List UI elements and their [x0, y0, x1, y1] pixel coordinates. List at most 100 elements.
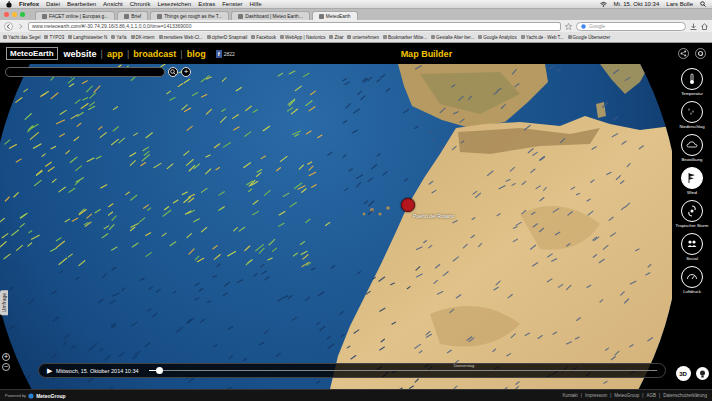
globe-map[interactable]: +Puerto del RosarioUmfrage+−▶Mittwoch, 1…	[0, 64, 672, 389]
bookmark[interactable]: Gestalte Alter ber...	[431, 35, 474, 40]
menu-item[interactable]: Fenster	[222, 1, 242, 7]
share-icon[interactable]	[678, 48, 689, 59]
layer-button[interactable]: Tropischer Sturm	[672, 200, 712, 233]
bookmark[interactable]: Bookmarker Mitte...	[383, 35, 427, 40]
browser-tab[interactable]: FACET online | Europas g...	[35, 11, 115, 20]
nav-link[interactable]: app	[107, 49, 123, 59]
search-field[interactable]	[576, 22, 686, 31]
play-button[interactable]: ▶	[47, 367, 52, 375]
lightbulb-icon[interactable]	[699, 370, 706, 378]
spotlight-icon[interactable]	[700, 1, 706, 7]
layer-circle[interactable]	[681, 200, 703, 222]
bookmark-label[interactable]: WebApp | Navionics	[285, 35, 325, 40]
footer-link[interactable]: Datenschutzerklärung	[663, 393, 707, 398]
bookmark[interactable]: cipherD Snapmail	[207, 35, 248, 40]
footer-link[interactable]: AGB	[647, 393, 657, 398]
browser-tab[interactable]: MeteoEarth	[312, 11, 358, 20]
back-icon[interactable]	[4, 22, 13, 31]
bookmark-label[interactable]: Yacht.de - Web T...	[526, 35, 564, 40]
footer-link[interactable]: Impressum	[585, 393, 607, 398]
window-button[interactable]	[20, 12, 25, 17]
tab-label[interactable]: Things get rough as the T...	[164, 14, 222, 19]
search-button[interactable]	[168, 67, 178, 77]
layer-button[interactable]: Social	[672, 233, 712, 266]
nav-link[interactable]: broadcast	[133, 49, 176, 59]
home-icon[interactable]	[701, 23, 708, 30]
apple-icon[interactable]	[6, 1, 12, 8]
browser-tab[interactable]: Dashboard | Meteo Earth...	[231, 11, 310, 20]
browser-tab[interactable]: Brief	[117, 11, 148, 20]
settings-icon[interactable]	[695, 48, 706, 59]
people-icon[interactable]	[686, 238, 698, 250]
zoom-out-button[interactable]: −	[2, 363, 10, 371]
footer-link[interactable]: MeteoGroup	[614, 393, 639, 398]
storm-icon[interactable]	[686, 205, 698, 217]
bookmark[interactable]: Langfristwetter N	[68, 35, 107, 40]
tab-label[interactable]: Dashboard | Meteo Earth...	[245, 14, 303, 19]
user-name[interactable]: Lars Bolle	[666, 1, 693, 7]
layer-button[interactable]: Bewölkung	[672, 134, 712, 167]
globe-map[interactable]	[0, 64, 672, 389]
layer-button[interactable]: Temperatur	[672, 68, 712, 101]
bookmark[interactable]: Zitar	[329, 35, 343, 40]
wind-flag-icon[interactable]	[686, 172, 698, 184]
bookmark[interactable]: Yacht das Segel	[3, 35, 40, 40]
bookmark-label[interactable]: cipherD Snapmail	[212, 35, 248, 40]
tab-label[interactable]: FACET online | Europas g...	[49, 14, 108, 19]
bookmark-label[interactable]: Google Analytics	[483, 35, 517, 40]
facebook-button[interactable]: f	[216, 50, 222, 58]
layer-circle[interactable]	[681, 134, 703, 156]
thermometer-icon[interactable]	[686, 73, 698, 85]
layer-button[interactable]: Wind	[672, 167, 712, 200]
nav-link[interactable]: website	[64, 49, 97, 59]
menu-item[interactable]: Lesezeichen	[157, 1, 191, 7]
layer-circle[interactable]	[681, 266, 703, 288]
tab-label[interactable]: Brief	[131, 14, 141, 19]
cloud-icon[interactable]	[686, 139, 698, 151]
location-search-input[interactable]	[5, 67, 165, 77]
bookmark[interactable]: TYPO3	[44, 35, 64, 40]
menu-item[interactable]: Firefox	[19, 1, 39, 7]
3d-button[interactable]: 3D	[676, 366, 691, 381]
footer-link[interactable]: Kontakt	[562, 393, 577, 398]
bookmark[interactable]: Yacht.de - Web T...	[521, 35, 564, 40]
menu-item[interactable]: Bearbeiten	[67, 1, 96, 7]
tab-label[interactable]: MeteoEarth	[326, 14, 351, 19]
facebook-like[interactable]: f2822	[216, 50, 235, 58]
layer-button[interactable]: Niederschlag	[672, 101, 712, 134]
rain-icon[interactable]	[686, 106, 698, 118]
gauge-icon[interactable]	[686, 271, 698, 283]
bookmark-label[interactable]: Langfristwetter N	[73, 35, 107, 40]
bookmark[interactable]: YaYa	[111, 35, 126, 40]
zoom-in-button[interactable]: +	[2, 353, 10, 361]
bookmark[interactable]: Google Übersetzer	[568, 35, 611, 40]
bookmark-label[interactable]: Google Übersetzer	[573, 35, 611, 40]
bookmark[interactable]: Facebook	[251, 35, 276, 40]
bookmark-label[interactable]: DK-intern	[136, 35, 155, 40]
timeline-knob[interactable]	[156, 367, 163, 374]
bookmark-label[interactable]: Zitar	[334, 35, 343, 40]
search-input[interactable]	[589, 23, 669, 29]
bookmark[interactable]: WebApp | Navionics	[280, 35, 325, 40]
layer-circle[interactable]	[681, 101, 703, 123]
site-logo[interactable]: MeteoEarth	[6, 47, 58, 60]
layer-button[interactable]: Luftdruck	[672, 266, 712, 299]
layer-circle[interactable]	[681, 68, 703, 90]
browser-tab[interactable]: Things get rough as the T...	[150, 11, 229, 20]
window-button[interactable]	[12, 12, 17, 17]
magnifier-icon[interactable]	[170, 69, 176, 75]
bookmark-label[interactable]: Yacht das Segel	[8, 35, 40, 40]
add-location-button[interactable]: +	[181, 67, 191, 77]
bookmark[interactable]: Google Analytics	[478, 35, 517, 40]
forward-icon[interactable]	[17, 22, 24, 31]
location-pin[interactable]	[401, 198, 415, 212]
brand-name[interactable]: MeteoGroup	[36, 393, 65, 399]
bookmark-label[interactable]: TYPO3	[49, 35, 64, 40]
nav-link[interactable]: blog	[187, 49, 206, 59]
bookmark-label[interactable]: zensitiere Web-Cl...	[164, 35, 203, 40]
survey-tab[interactable]: Umfrage	[0, 290, 8, 315]
star-icon[interactable]	[565, 23, 572, 30]
bookmark[interactable]: zensitiere Web-Cl...	[159, 35, 203, 40]
bookmark-label[interactable]: Bookmarker Mitte...	[388, 35, 427, 40]
menu-item[interactable]: Hilfe	[250, 1, 262, 7]
